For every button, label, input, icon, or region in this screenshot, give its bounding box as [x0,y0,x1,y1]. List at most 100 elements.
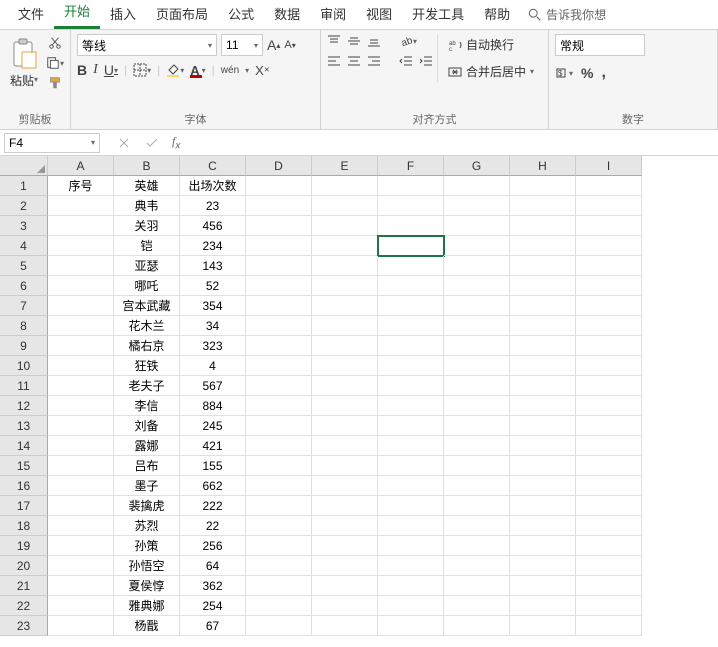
cell-A2[interactable] [48,196,114,216]
name-box[interactable]: F4 ▾ [4,133,100,153]
cell-A12[interactable] [48,396,114,416]
cell-B16[interactable]: 墨子 [114,476,180,496]
increase-indent-button[interactable] [419,54,433,68]
cell-I15[interactable] [576,456,642,476]
cell-G21[interactable] [444,576,510,596]
column-header-H[interactable]: H [510,156,576,176]
cell-E20[interactable] [312,556,378,576]
tab-insert[interactable]: 插入 [100,0,146,29]
cell-A15[interactable] [48,456,114,476]
cell-C21[interactable]: 362 [180,576,246,596]
tab-file[interactable]: 文件 [8,0,54,29]
cell-E7[interactable] [312,296,378,316]
cell-H22[interactable] [510,596,576,616]
cell-B17[interactable]: 裴擒虎 [114,496,180,516]
cell-F8[interactable] [378,316,444,336]
cell-I2[interactable] [576,196,642,216]
cell-A10[interactable] [48,356,114,376]
cell-H11[interactable] [510,376,576,396]
cell-G19[interactable] [444,536,510,556]
column-header-I[interactable]: I [576,156,642,176]
cell-I17[interactable] [576,496,642,516]
cell-C6[interactable]: 52 [180,276,246,296]
row-header[interactable]: 1 [0,176,48,196]
cell-D18[interactable] [246,516,312,536]
cell-A11[interactable] [48,376,114,396]
row-header[interactable]: 7 [0,296,48,316]
cell-E11[interactable] [312,376,378,396]
select-all-corner[interactable] [0,156,48,176]
row-header[interactable]: 22 [0,596,48,616]
row-header[interactable]: 3 [0,216,48,236]
tab-data[interactable]: 数据 [264,0,310,29]
cell-F9[interactable] [378,336,444,356]
cell-C20[interactable]: 64 [180,556,246,576]
italic-button[interactable]: I [93,62,98,78]
cell-H23[interactable] [510,616,576,636]
formula-input[interactable] [186,133,718,153]
cell-B21[interactable]: 夏侯惇 [114,576,180,596]
cell-E19[interactable] [312,536,378,556]
cell-B2[interactable]: 典韦 [114,196,180,216]
cell-E17[interactable] [312,496,378,516]
cell-D22[interactable] [246,596,312,616]
cell-H17[interactable] [510,496,576,516]
cell-A1[interactable]: 序号 [48,176,114,196]
cell-E1[interactable] [312,176,378,196]
cell-F17[interactable] [378,496,444,516]
cell-F2[interactable] [378,196,444,216]
cell-G4[interactable] [444,236,510,256]
underline-button[interactable]: U▾ [104,62,118,78]
cell-G17[interactable] [444,496,510,516]
cell-I12[interactable] [576,396,642,416]
cell-I3[interactable] [576,216,642,236]
bold-button[interactable]: B [77,62,87,78]
row-header[interactable]: 13 [0,416,48,436]
cell-F22[interactable] [378,596,444,616]
cell-A9[interactable] [48,336,114,356]
cell-C15[interactable]: 155 [180,456,246,476]
cell-F18[interactable] [378,516,444,536]
cell-E18[interactable] [312,516,378,536]
cell-I20[interactable] [576,556,642,576]
orientation-button[interactable]: ab▾ [399,34,417,48]
cell-A13[interactable] [48,416,114,436]
cell-D17[interactable] [246,496,312,516]
align-top-button[interactable] [327,34,341,48]
cell-C2[interactable]: 23 [180,196,246,216]
cell-C8[interactable]: 34 [180,316,246,336]
cell-E12[interactable] [312,396,378,416]
cell-I22[interactable] [576,596,642,616]
cell-H4[interactable] [510,236,576,256]
cell-D14[interactable] [246,436,312,456]
cell-B5[interactable]: 亚瑟 [114,256,180,276]
cell-G5[interactable] [444,256,510,276]
cell-F7[interactable] [378,296,444,316]
align-right-button[interactable] [367,54,381,68]
cell-E8[interactable] [312,316,378,336]
cell-A4[interactable] [48,236,114,256]
cell-H20[interactable] [510,556,576,576]
cell-B12[interactable]: 李信 [114,396,180,416]
cell-A6[interactable] [48,276,114,296]
cell-G12[interactable] [444,396,510,416]
cell-F10[interactable] [378,356,444,376]
align-middle-button[interactable] [347,34,361,48]
row-header[interactable]: 11 [0,376,48,396]
cell-B11[interactable]: 老夫子 [114,376,180,396]
cell-D19[interactable] [246,536,312,556]
cell-G2[interactable] [444,196,510,216]
column-header-B[interactable]: B [114,156,180,176]
cell-H8[interactable] [510,316,576,336]
cell-D8[interactable] [246,316,312,336]
merge-center-button[interactable]: 合并后居中▾ [444,61,538,82]
cell-I7[interactable] [576,296,642,316]
cell-G3[interactable] [444,216,510,236]
cell-D13[interactable] [246,416,312,436]
cell-H9[interactable] [510,336,576,356]
row-header[interactable]: 23 [0,616,48,636]
tab-formulas[interactable]: 公式 [218,0,264,29]
cell-D12[interactable] [246,396,312,416]
cell-D6[interactable] [246,276,312,296]
cell-D23[interactable] [246,616,312,636]
